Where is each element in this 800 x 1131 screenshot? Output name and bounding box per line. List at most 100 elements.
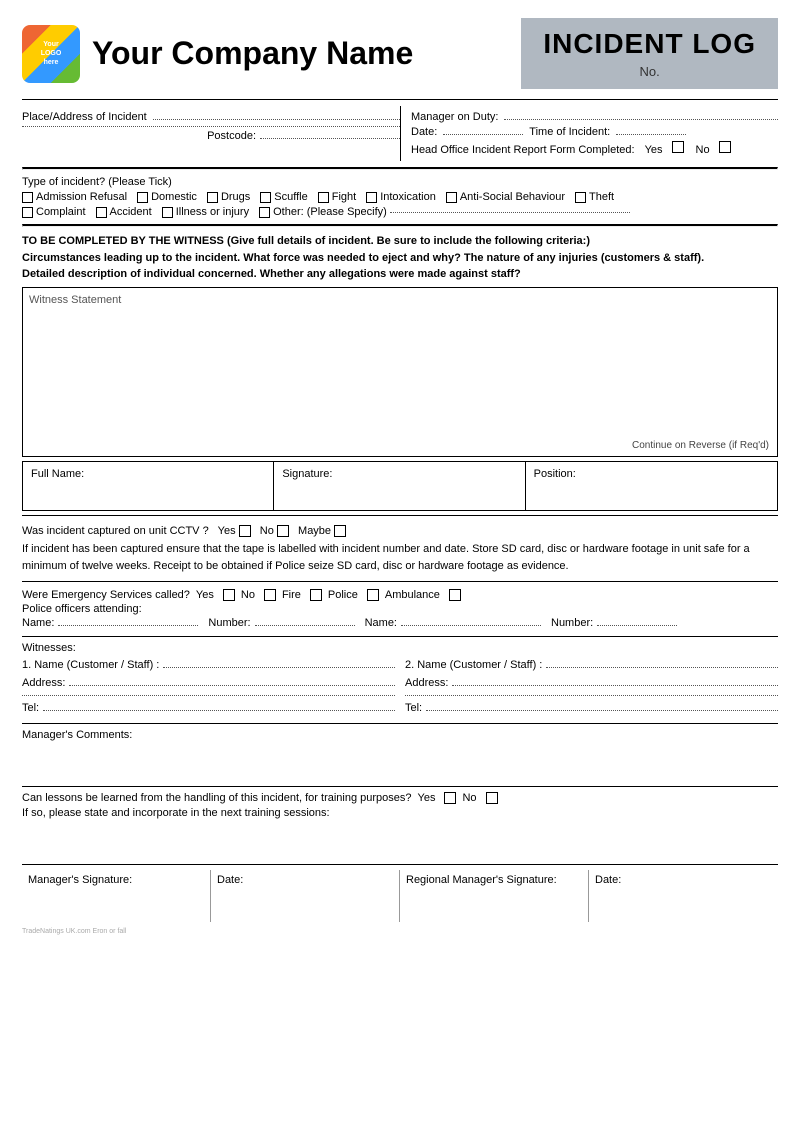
emerg-yes-cb[interactable] <box>223 589 235 601</box>
tel2-fill <box>426 710 778 711</box>
full-name-label: Full Name: <box>31 468 84 480</box>
police-number2-seg: Number: <box>551 617 677 629</box>
witness1-tel-row: Tel: <box>22 702 395 714</box>
cb-other-box[interactable] <box>259 207 270 218</box>
emerg-fire-cb[interactable] <box>310 589 322 601</box>
cb-complaint-label: Complaint <box>36 206 86 218</box>
cctv-maybe-checkbox[interactable] <box>334 525 346 537</box>
emerg-no-label: No <box>241 589 255 601</box>
name2-fill <box>401 625 541 626</box>
manager-label: Manager on Duty: <box>411 111 498 123</box>
cb-drugs: Drugs <box>207 191 250 203</box>
cb-antisocial: Anti-Social Behaviour <box>446 191 565 203</box>
cctv-yes-checkbox[interactable] <box>239 525 251 537</box>
regional-date-label: Date: <box>595 874 621 886</box>
tel1-label: Tel: <box>22 702 39 714</box>
lessons-area <box>22 819 778 849</box>
cb-domestic-label: Domestic <box>151 191 197 203</box>
witnesses-addresses: Address: Address: <box>22 675 778 691</box>
witness-instr-body: Circumstances leading up to the incident… <box>22 250 778 283</box>
addr2-fill2 <box>405 695 778 696</box>
signature-label: Signature: <box>282 468 332 480</box>
yes-checkbox[interactable] <box>672 141 684 153</box>
number1-fill <box>255 625 355 626</box>
emerg-ambulance-cb[interactable] <box>449 589 461 601</box>
bottom-sig-grid: Manager's Signature: Date: Regional Mana… <box>22 870 778 922</box>
cb-illness-box[interactable] <box>162 207 173 218</box>
emerg-police-cb[interactable] <box>367 589 379 601</box>
no-label: No <box>696 144 710 156</box>
header-left: YourLOGOhere Your Company Name <box>22 25 413 83</box>
time-label: Time of Incident: <box>529 126 610 138</box>
emergency-question-label: Were Emergency Services called? <box>22 589 190 601</box>
cb-domestic-box[interactable] <box>137 192 148 203</box>
signature-row: Full Name: Signature: Position: <box>22 461 778 511</box>
cb-accident-box[interactable] <box>96 207 107 218</box>
police-attending-label: Police officers attending: <box>22 603 778 615</box>
witness1-name-row: 1. Name (Customer / Staff) : <box>22 659 395 671</box>
cb-theft-box[interactable] <box>575 192 586 203</box>
number1-label: Number: <box>208 617 250 629</box>
regional-date-cell: Date: <box>589 870 778 922</box>
cctv-no-checkbox[interactable] <box>277 525 289 537</box>
cb-illness: Illness or injury <box>162 206 249 218</box>
emerg-no-cb[interactable] <box>264 589 276 601</box>
manager-comments-area <box>22 741 778 781</box>
cb-drugs-box[interactable] <box>207 192 218 203</box>
address-line2 <box>22 126 400 127</box>
time-fill <box>616 134 686 135</box>
emerg-fire-label: Fire <box>282 589 301 601</box>
cb-illness-label: Illness or injury <box>176 206 249 218</box>
cb-admission-box[interactable] <box>22 192 33 203</box>
yes-label: Yes <box>645 144 663 156</box>
address-row: Place/Address of Incident <box>22 111 400 123</box>
witness2-label: 2. Name (Customer / Staff) : <box>405 659 542 671</box>
manager-date-cell: Date: <box>211 870 400 922</box>
cb-complaint-box[interactable] <box>22 207 33 218</box>
lessons-no-cb[interactable] <box>486 792 498 804</box>
company-name: Your Company Name <box>92 35 413 72</box>
witness2-tel-row: Tel: <box>405 702 778 714</box>
cb-scuffle-box[interactable] <box>260 192 271 203</box>
no-checkbox[interactable] <box>719 141 731 153</box>
page-header: YourLOGOhere Your Company Name INCIDENT … <box>22 18 778 89</box>
cb-theft: Theft <box>575 191 614 203</box>
police-name-row: Name: Number: Name: Number: <box>22 617 778 629</box>
number2-fill <box>597 625 677 626</box>
cb-fight-box[interactable] <box>318 192 329 203</box>
cctv-no-label: No <box>260 525 274 537</box>
address-fill <box>153 119 400 120</box>
manager-date-label: Date: <box>217 874 243 886</box>
incident-log-title: INCIDENT LOG <box>543 28 756 60</box>
cb-accident: Accident <box>96 206 152 218</box>
emergency-row: Were Emergency Services called? Yes No F… <box>22 589 778 601</box>
head-office-label: Head Office Incident Report Form Complet… <box>411 144 635 156</box>
witnesses-section: Witnesses: 1. Name (Customer / Staff) : … <box>22 636 778 723</box>
postcode-label: Postcode: <box>207 130 256 142</box>
police-number1-seg: Number: <box>208 617 354 629</box>
witness1-addr-row: Address: <box>22 677 395 689</box>
witnesses-title: Witnesses: <box>22 642 778 654</box>
cb-antisocial-box[interactable] <box>446 192 457 203</box>
cb-other-label: Other: (Please Specify) <box>273 206 387 218</box>
cctv-yes-label: Yes <box>218 525 236 537</box>
cb-intoxication-box[interactable] <box>366 192 377 203</box>
lessons-yes-cb[interactable] <box>444 792 456 804</box>
manager-sig-cell: Manager's Signature: <box>22 870 211 922</box>
signature-cell: Signature: <box>274 462 525 510</box>
lessons-question-label: Can lessons be learned from the handling… <box>22 792 412 804</box>
addr1-fill2 <box>22 695 395 696</box>
cb-antisocial-label: Anti-Social Behaviour <box>460 191 565 203</box>
addr2-fill <box>452 685 778 686</box>
lessons-no-label: No <box>462 792 476 804</box>
addr1-fill <box>69 685 395 686</box>
manager-fill <box>504 119 778 120</box>
lessons-section: Can lessons be learned from the handling… <box>22 786 778 854</box>
police-name2-seg: Name: <box>365 617 541 629</box>
cctv-question-row: Was incident captured on unit CCTV ? Yes… <box>22 523 778 540</box>
address-section: Place/Address of Incident Postcode: <box>22 106 400 161</box>
manager-section: Manager on Duty: Date: Time of Incident:… <box>400 106 778 161</box>
witnesses-addresses2 <box>22 693 778 698</box>
cb-domestic: Domestic <box>137 191 197 203</box>
footer-credit: TradeNatings UK.com Eron or fall <box>22 928 778 935</box>
